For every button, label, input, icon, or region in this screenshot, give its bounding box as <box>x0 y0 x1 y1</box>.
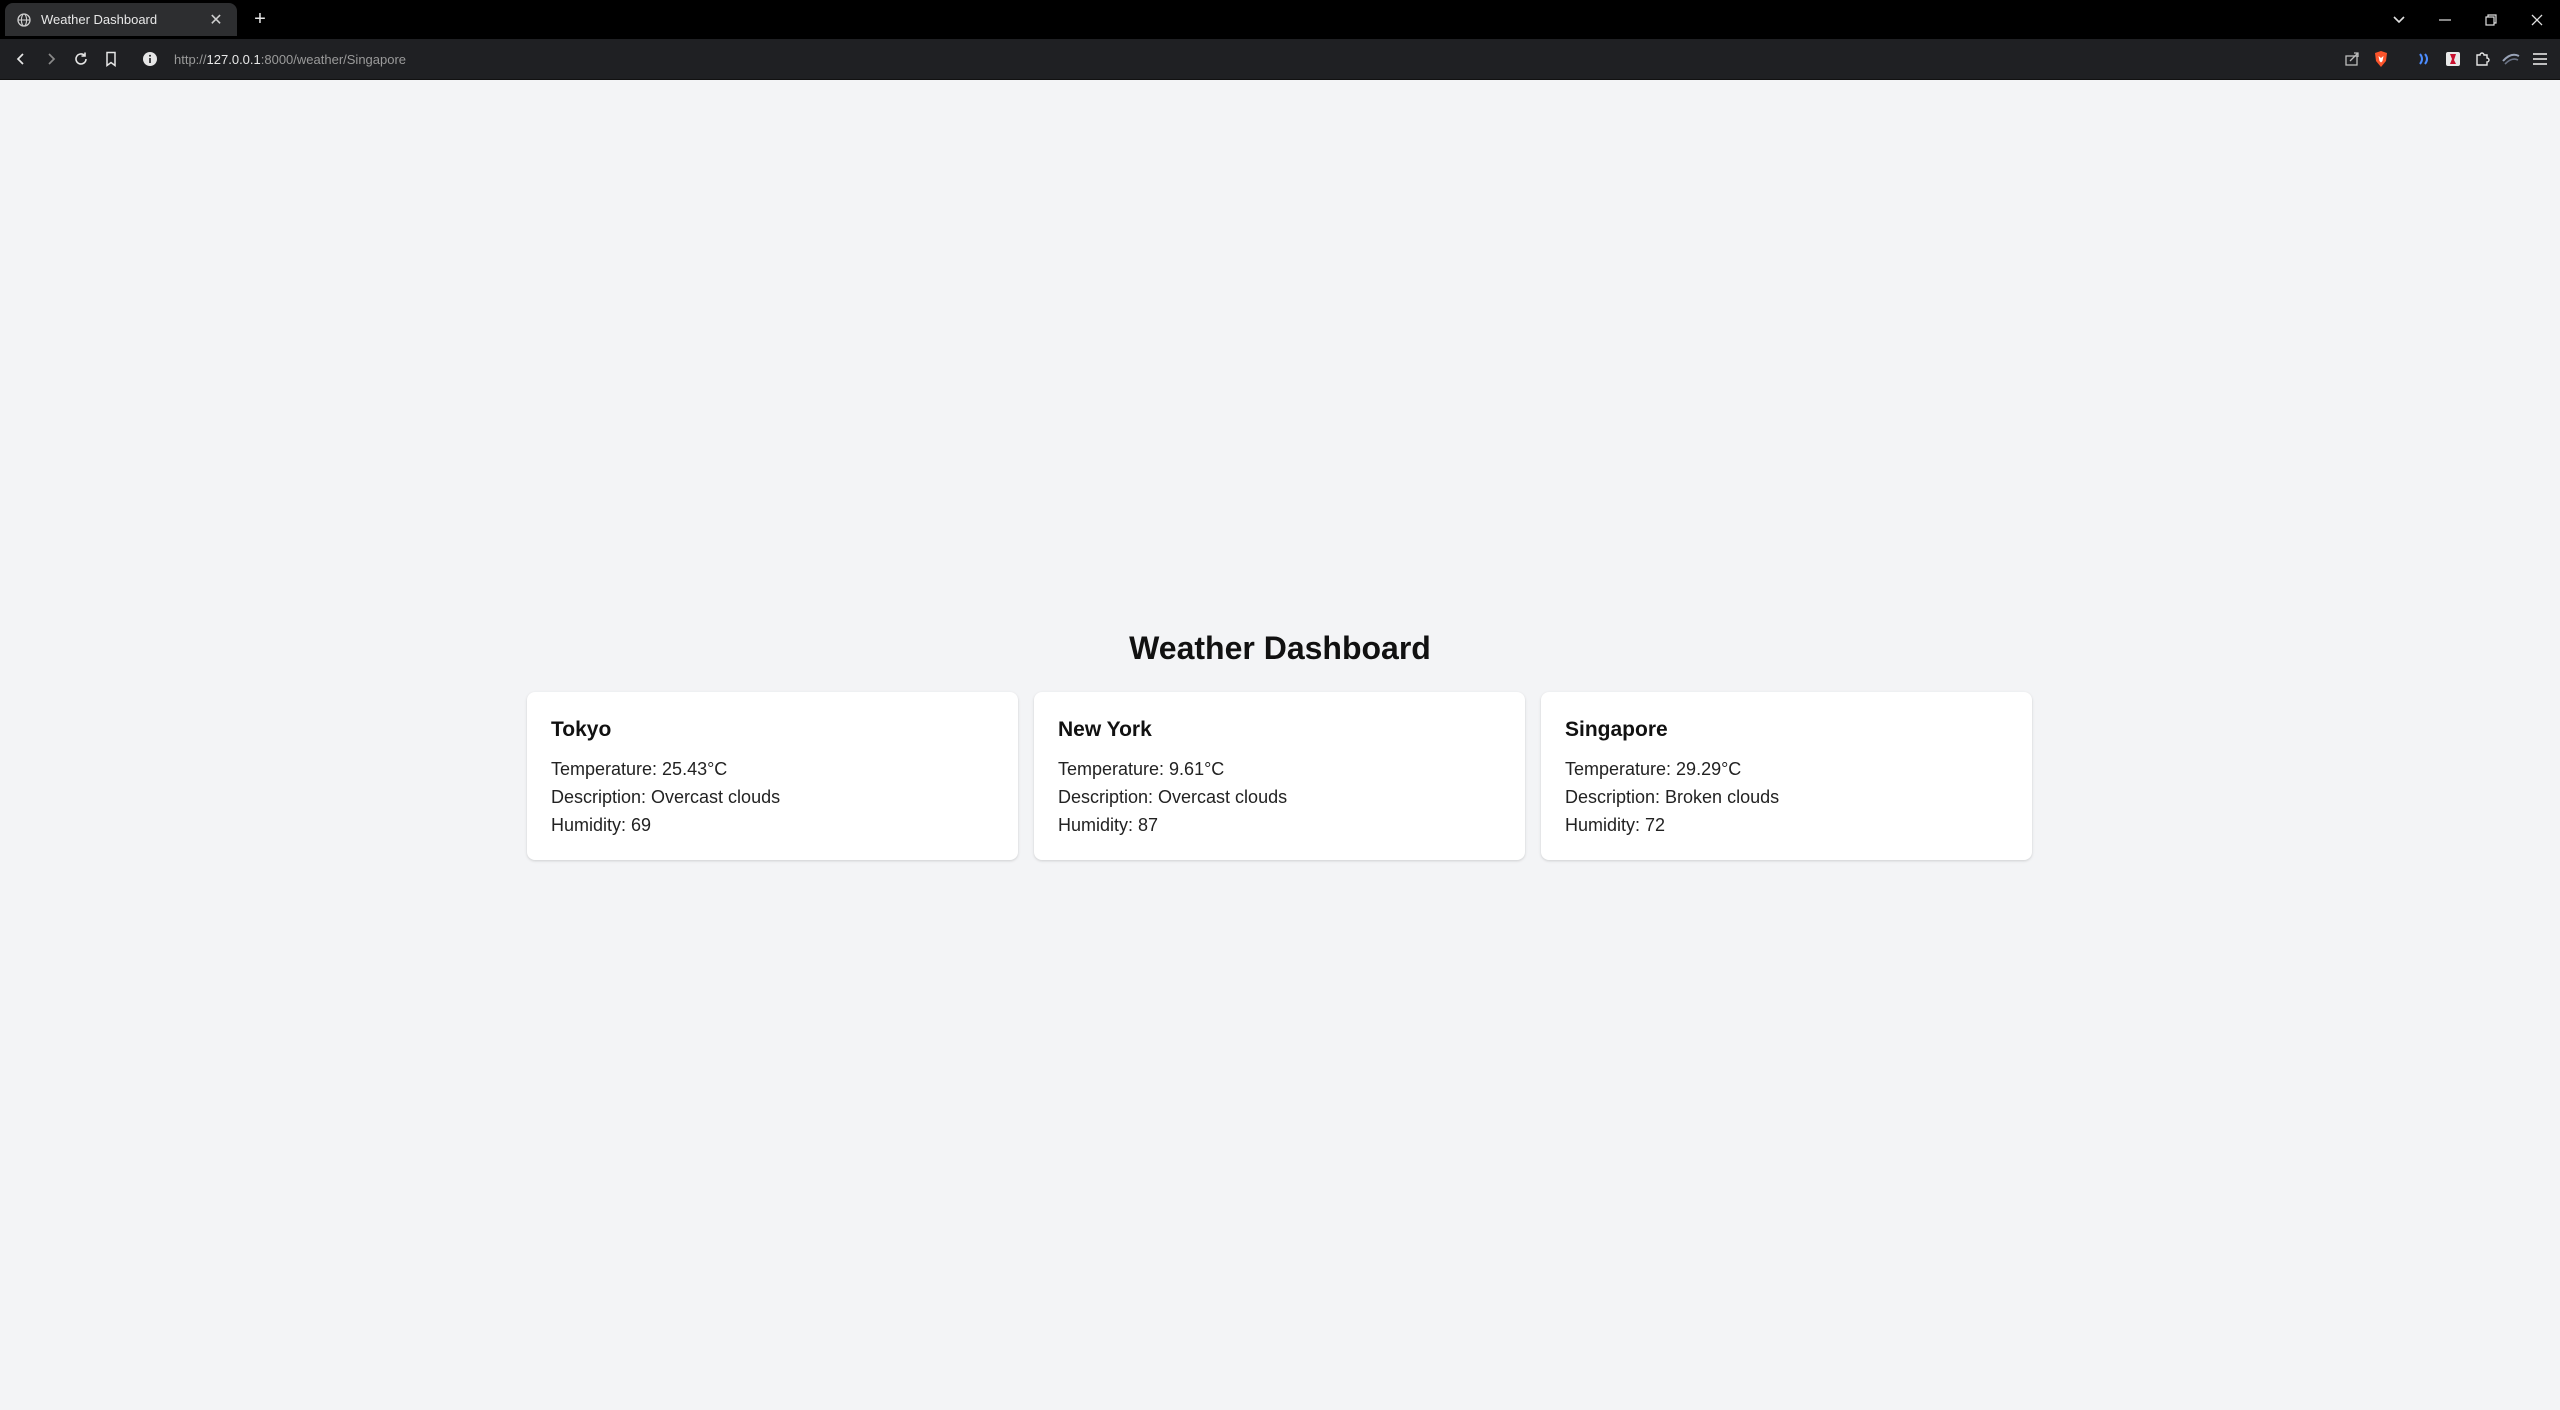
tab-strip: Weather Dashboard ✕ + <box>0 0 2560 39</box>
close-window-icon[interactable] <box>2514 0 2560 39</box>
menu-icon[interactable] <box>2525 44 2554 74</box>
weather-card-tokyo: Tokyo Temperature: 25.43°C Description: … <box>527 692 1018 860</box>
share-icon[interactable] <box>2337 44 2366 74</box>
reload-icon[interactable] <box>66 44 96 74</box>
globe-icon <box>17 12 31 27</box>
bookmark-icon[interactable] <box>96 44 126 74</box>
restore-icon[interactable] <box>2468 0 2514 39</box>
new-tab-button[interactable]: + <box>248 6 272 32</box>
url-host: 127.0.0.1 <box>206 51 261 67</box>
weather-card-singapore: Singapore Temperature: 29.29°C Descripti… <box>1541 692 2032 860</box>
address-bar[interactable]: http://127.0.0.1:8000/weather/Singapore <box>140 45 2310 73</box>
url-text: http://127.0.0.1:8000/weather/Singapore <box>174 52 406 67</box>
temperature-text: Temperature: 25.43°C <box>551 759 728 779</box>
temperature-text: Temperature: 29.29°C <box>1565 759 1742 779</box>
weather-cards: Tokyo Temperature: 25.43°C Description: … <box>527 692 2033 860</box>
url-path: :8000/weather/Singapore <box>260 51 407 67</box>
extensions-puzzle-icon[interactable] <box>2467 44 2496 74</box>
tab-search-chevron-icon[interactable] <box>2376 0 2422 39</box>
description-text: Description: Broken clouds <box>1565 787 1780 807</box>
vpn-icon[interactable] <box>2496 44 2525 74</box>
city-name: Singapore <box>1565 718 1668 741</box>
minimize-icon[interactable] <box>2422 0 2468 39</box>
extension-red-icon[interactable] <box>2438 44 2467 74</box>
humidity-text: Humidity: 69 <box>551 815 652 835</box>
forward-arrow-icon[interactable] <box>36 44 66 74</box>
toolbar-right-icons <box>2337 44 2554 74</box>
description-text: Description: Overcast clouds <box>1058 787 1288 807</box>
tab-weather-dashboard[interactable]: Weather Dashboard ✕ <box>5 3 237 36</box>
brave-shields-icon[interactable] <box>2366 44 2395 74</box>
site-info-icon[interactable] <box>142 51 158 67</box>
back-arrow-icon[interactable] <box>6 44 36 74</box>
tab-title: Weather Dashboard <box>41 12 158 27</box>
city-name: Tokyo <box>551 718 612 741</box>
description-text: Description: Overcast clouds <box>551 787 781 807</box>
page-title: Weather Dashboard <box>1129 630 1431 666</box>
page-viewport: Weather Dashboard Tokyo Temperature: 25.… <box>0 81 2560 1410</box>
navigation-buttons <box>6 44 126 74</box>
browser-toolbar: http://127.0.0.1:8000/weather/Singapore <box>0 39 2560 80</box>
weather-card-new-york: New York Temperature: 9.61°C Description… <box>1034 692 1525 860</box>
window-controls <box>2376 0 2560 39</box>
humidity-text: Humidity: 72 <box>1565 815 1666 835</box>
city-name: New York <box>1058 718 1152 741</box>
temperature-text: Temperature: 9.61°C <box>1058 759 1225 779</box>
wallet-extension-icon[interactable] <box>2409 44 2438 74</box>
close-icon[interactable]: ✕ <box>207 10 225 30</box>
url-scheme: http:// <box>174 51 207 67</box>
humidity-text: Humidity: 87 <box>1058 815 1159 835</box>
